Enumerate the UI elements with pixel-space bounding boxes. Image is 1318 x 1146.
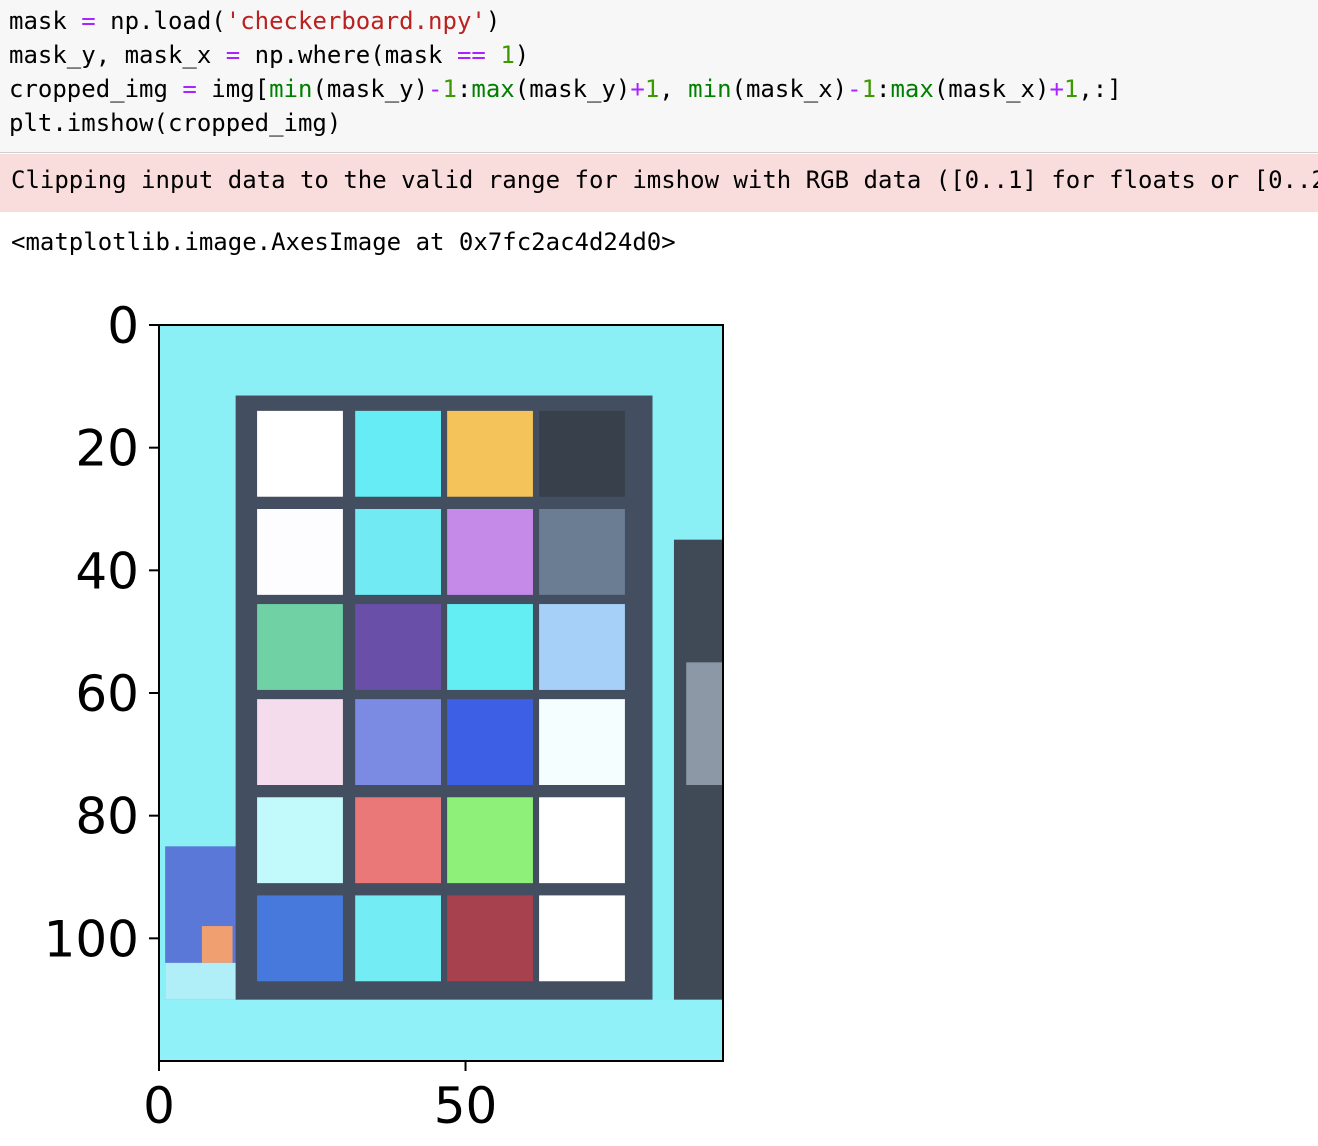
code-token: -: [847, 75, 862, 103]
code-token: ): [485, 7, 501, 35]
color-patch: [539, 699, 625, 785]
color-patch: [355, 604, 441, 690]
code-line-3: cropped_img = img[min(mask_y)-1:max(mask…: [9, 72, 1122, 106]
code-token: =: [182, 75, 197, 103]
code-token: mask_y, mask_x: [9, 41, 226, 69]
code-token: np.where(mask: [240, 41, 457, 69]
color-patch: [539, 895, 625, 982]
color-patch: [257, 895, 343, 982]
code-token: 1: [500, 41, 515, 69]
color-patch: [539, 410, 625, 497]
output-repr-text: <matplotlib.image.AxesImage at 0x7fc2ac4…: [11, 228, 676, 256]
code-token: ==: [456, 41, 486, 69]
code-token: :: [876, 75, 891, 103]
code-token: 1: [1063, 75, 1079, 103]
color-patch: [355, 410, 441, 497]
color-patch: [257, 410, 343, 497]
code-line-4: plt.imshow(cropped_img): [9, 106, 341, 140]
image-background-object: [686, 662, 723, 785]
color-patch: [257, 797, 343, 884]
code-token: max: [890, 75, 934, 103]
code-token: 1: [644, 75, 660, 103]
image-left-clutter: [165, 962, 239, 1000]
image-left-clutter: [201, 926, 233, 963]
code-token: (mask_y): [514, 75, 631, 103]
color-patch: [355, 509, 441, 595]
code-token: (mask_x): [731, 75, 848, 103]
code-token: =: [225, 41, 241, 69]
y-tick-label: 100: [44, 910, 139, 968]
code-token: ): [514, 41, 530, 69]
color-patch: [355, 797, 441, 884]
code-token: img[: [196, 75, 270, 103]
code-line-2: mask_y, mask_x = np.where(mask == 1): [9, 38, 529, 72]
y-tick-label: 80: [75, 788, 139, 846]
color-patch: [447, 699, 533, 785]
code-token: ,:]: [1078, 75, 1122, 103]
code-token: plt.imshow(cropped_img): [9, 109, 342, 137]
color-patch: [539, 604, 625, 690]
y-tick-label: 60: [75, 665, 139, 723]
code-token: 1: [861, 75, 877, 103]
color-patch: [447, 895, 533, 982]
code-token: 1: [442, 75, 457, 103]
image-floor: [159, 999, 723, 1061]
color-patch: [355, 895, 441, 982]
y-tick-label: 40: [75, 542, 139, 600]
color-patch: [257, 509, 343, 595]
code-token: +: [630, 75, 645, 103]
color-patch: [257, 604, 343, 690]
y-tick-label: 0: [107, 297, 139, 355]
color-patch: [539, 509, 625, 595]
color-patch: [447, 410, 533, 497]
color-patch: [257, 699, 343, 785]
color-patch: [447, 604, 533, 690]
code-token: cropped_img: [9, 75, 183, 103]
color-patch: [539, 797, 625, 884]
color-patch: [447, 797, 533, 884]
code-token: (mask_x): [933, 75, 1050, 103]
code-token: :: [456, 75, 472, 103]
code-token: max: [471, 75, 515, 103]
y-tick-label: 20: [75, 420, 139, 478]
stderr-warning-text: Clipping input data to the valid range f…: [11, 166, 1318, 194]
code-token: ,: [659, 75, 689, 103]
color-patch: [355, 699, 441, 785]
code-token: =: [81, 7, 96, 35]
code-token: -: [428, 75, 443, 103]
x-tick-label: 50: [434, 1077, 498, 1135]
code-token: np.load(: [95, 7, 226, 35]
code-token: min: [688, 75, 732, 103]
imshow-plot: 0 20 40 60 80 100 0 50: [44, 297, 724, 1135]
code-line-1: mask = np.load('checkerboard.npy'): [9, 4, 500, 38]
color-patch: [447, 509, 533, 595]
x-tick-label: 0: [143, 1077, 175, 1135]
code-token: +: [1049, 75, 1064, 103]
code-token: 'checkerboard.npy': [225, 7, 486, 35]
code-token: mask: [9, 7, 82, 35]
stderr-output: Clipping input data to the valid range f…: [0, 154, 1318, 212]
code-token: (mask_y): [312, 75, 429, 103]
code-cell-input[interactable]: mask = np.load('checkerboard.npy') mask_y…: [0, 0, 1318, 153]
code-token: min: [269, 75, 313, 103]
